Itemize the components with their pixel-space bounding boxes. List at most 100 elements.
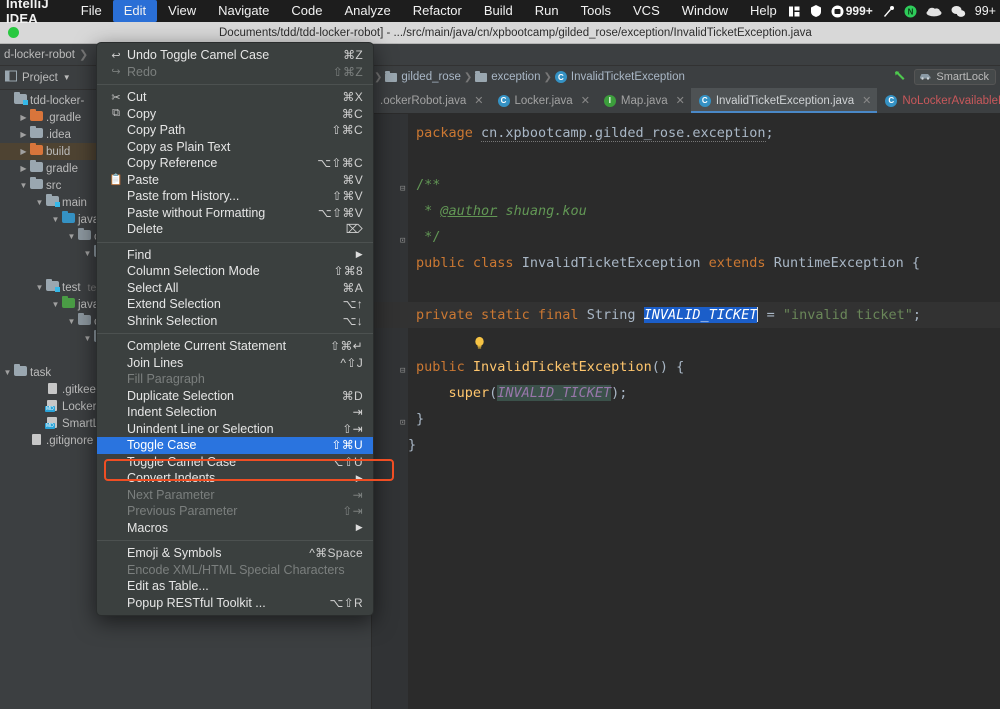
menu-item-select-all[interactable]: Select All⌘A <box>97 280 373 297</box>
menu-item-toggle-case[interactable]: Toggle Case⇧⌘U <box>97 437 373 454</box>
semicolon: ; <box>913 307 921 323</box>
menu-tools[interactable]: Tools <box>570 0 622 22</box>
menu-edit[interactable]: Edit <box>113 0 157 22</box>
menu-item-find[interactable]: Find▶ <box>97 247 373 264</box>
menu-item-column-selection-mode[interactable]: Column Selection Mode⇧⌘8 <box>97 263 373 280</box>
menu-item-copy[interactable]: ⧉Copy⌘C <box>97 106 373 123</box>
breadcrumb-item-class[interactable]: C InvalidTicketException <box>552 71 688 83</box>
menu-item-undo-toggle-camel-case[interactable]: ↩Undo Toggle Camel Case⌘Z <box>97 47 373 64</box>
nav-project-crumb[interactable]: d-locker-robot ❯ <box>0 48 92 61</box>
menu-vcs[interactable]: VCS <box>622 0 671 22</box>
menu-item-copy-path[interactable]: Copy Path⇧⌘C <box>97 122 373 139</box>
menu-item-shortcut: ⇧⌘C <box>331 123 363 137</box>
menu-item-toggle-camel-case[interactable]: Toggle Camel Case⌥⇧U <box>97 454 373 471</box>
badge-999-icon[interactable]: 999+ <box>831 4 873 18</box>
menu-item-unindent-line-or-selection[interactable]: Unindent Line or Selection⇧⇥ <box>97 421 373 438</box>
cloud-icon[interactable] <box>926 5 942 17</box>
close-tab-icon[interactable]: ✕ <box>474 94 483 107</box>
menu-item-join-lines[interactable]: Join Lines^⇧J <box>97 355 373 372</box>
breadcrumb-item-gilded-rose[interactable]: gilded_rose <box>382 71 463 83</box>
menu-item-label: Indent Selection <box>127 405 353 419</box>
green-arrow-icon[interactable] <box>892 68 908 87</box>
menu-window[interactable]: Window <box>671 0 739 22</box>
menu-item-extend-selection[interactable]: Extend Selection⌥↑ <box>97 296 373 313</box>
menu-item-shrink-selection[interactable]: Shrink Selection⌥↓ <box>97 313 373 330</box>
editor-tab[interactable]: CInvalidTicketException.java✕ <box>691 88 878 113</box>
menu-file[interactable]: File <box>70 0 113 22</box>
tree-expand-arrow-icon[interactable]: ▼ <box>18 181 29 190</box>
tree-expand-arrow-icon[interactable]: ▼ <box>2 368 13 377</box>
window-zoom-button[interactable] <box>8 27 19 38</box>
tree-expand-arrow-icon[interactable]: ▼ <box>34 198 45 207</box>
menu-item-complete-current-statement[interactable]: Complete Current Statement⇧⌘↵ <box>97 338 373 355</box>
tree-expand-arrow-icon[interactable]: ▼ <box>66 232 77 241</box>
tree-expand-arrow-icon[interactable]: ▼ <box>50 300 61 309</box>
tree-expand-arrow-icon[interactable]: ▼ <box>82 334 93 343</box>
menu-item-duplicate-selection[interactable]: Duplicate Selection⌘D <box>97 388 373 405</box>
close-tab-icon[interactable]: ✕ <box>862 94 871 107</box>
menu-item-label: Complete Current Statement <box>127 339 330 353</box>
edit-dropdown-menu[interactable]: ↩Undo Toggle Camel Case⌘Z↪Redo⇧⌘Z✂Cut⌘X⧉… <box>96 42 374 616</box>
code-editor[interactable]: package cn.xpbootcamp.gilded_rose.except… <box>372 114 1000 709</box>
menu-item-shortcut: ⇥ <box>353 405 363 419</box>
menu-item-delete[interactable]: Delete⌦ <box>97 221 373 238</box>
menu-help[interactable]: Help <box>739 0 788 22</box>
editor-tab[interactable]: CLocker.java✕ <box>490 88 596 113</box>
menu-item-edit-as-table[interactable]: Edit as Table... <box>97 578 373 595</box>
menu-item-copy-as-plain-text[interactable]: Copy as Plain Text <box>97 139 373 156</box>
menu-item-paste-from-history[interactable]: Paste from History...⇧⌘V <box>97 188 373 205</box>
tools-icon[interactable] <box>882 5 895 18</box>
menu-item-label: Popup RESTful Toolkit ... <box>127 596 330 610</box>
tree-expand-arrow-icon[interactable]: ▼ <box>34 283 45 292</box>
menu-item-emoji-symbols[interactable]: Emoji & Symbols^⌘Space <box>97 545 373 562</box>
shield-icon[interactable] <box>810 4 822 18</box>
macos-status-tray: 999+ N 99+ <box>788 4 1000 18</box>
breadcrumb-item-exception[interactable]: exception <box>472 71 543 83</box>
menu-build[interactable]: Build <box>473 0 524 22</box>
menu-code[interactable]: Code <box>280 0 333 22</box>
menu-navigate[interactable]: Navigate <box>207 0 280 22</box>
editor-tab[interactable]: .ockerRobot.java✕ <box>372 88 490 113</box>
package-icon <box>78 315 91 325</box>
chevron-down-icon[interactable]: ▼ <box>63 73 71 82</box>
menu-item-shortcut: ⌥⇧U <box>330 455 363 469</box>
menu-item-convert-indents[interactable]: Convert Indents▶ <box>97 470 373 487</box>
menu-item-macros[interactable]: Macros▶ <box>97 520 373 537</box>
tree-expand-arrow-icon[interactable]: ▶ <box>18 130 29 139</box>
tree-expand-arrow-icon[interactable]: ▼ <box>50 215 61 224</box>
tree-expand-arrow-icon[interactable]: ▼ <box>66 317 77 326</box>
menu-item-indent-selection[interactable]: Indent Selection⇥ <box>97 404 373 421</box>
wechat-icon[interactable] <box>951 5 966 18</box>
close-tab-icon[interactable]: ✕ <box>676 94 685 107</box>
editor-tab[interactable]: CNoLockerAvailableException. <box>877 88 1000 113</box>
menu-item-cut[interactable]: ✂Cut⌘X <box>97 89 373 106</box>
editor-tab[interactable]: IMap.java✕ <box>596 88 691 113</box>
field-name-selected[interactable]: INVALID_TICKET <box>644 307 758 323</box>
editor-tab-bar[interactable]: .ockerRobot.java✕CLocker.java✕IMap.java✕… <box>372 88 1000 114</box>
tree-expand-arrow-icon[interactable]: ▶ <box>18 147 29 156</box>
menu-view[interactable]: View <box>157 0 207 22</box>
tree-node-label: .gradle <box>46 112 81 124</box>
layout-icon[interactable] <box>788 5 801 18</box>
node-green-icon[interactable]: N <box>904 5 917 18</box>
menu-analyze[interactable]: Analyze <box>333 0 401 22</box>
close-tab-icon[interactable]: ✕ <box>581 94 590 107</box>
menu-item-copy-reference[interactable]: Copy Reference⌥⇧⌘C <box>97 155 373 172</box>
run-configuration-selector[interactable]: SmartLock <box>914 69 996 85</box>
menu-item-popup-restful-toolkit[interactable]: Popup RESTful Toolkit ...⌥⇧R <box>97 595 373 612</box>
menu-refactor[interactable]: Refactor <box>402 0 473 22</box>
keyword-public: public <box>416 255 465 271</box>
menu-item-label: Redo <box>127 65 333 79</box>
tree-expand-arrow-icon[interactable]: ▶ <box>18 164 29 173</box>
menu-run[interactable]: Run <box>524 0 570 22</box>
menu-item-label: Unindent Line or Selection <box>127 422 342 436</box>
tree-expand-arrow-icon[interactable]: ▼ <box>82 249 93 258</box>
battery-label: 99+ <box>975 4 996 18</box>
code-line-blank-2 <box>372 276 1000 302</box>
menu-item-paste[interactable]: 📋Paste⌘V <box>97 172 373 189</box>
menu-item-paste-without-formatting[interactable]: Paste without Formatting⌥⇧⌘V <box>97 205 373 222</box>
tree-expand-arrow-icon[interactable]: ▶ <box>18 113 29 122</box>
window-traffic-lights[interactable] <box>0 27 19 38</box>
menu-item-label: Extend Selection <box>127 297 343 311</box>
undo-icon: ↩ <box>109 49 123 62</box>
